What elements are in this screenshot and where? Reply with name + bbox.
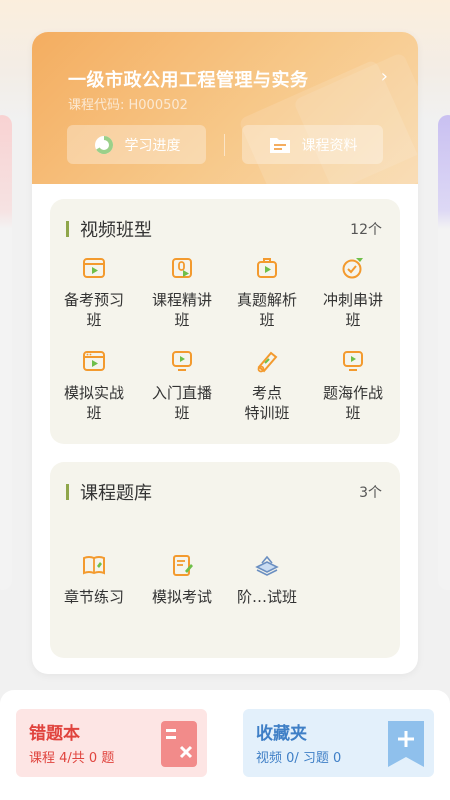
class-item-prep[interactable]: 备考预习 班: [53, 256, 135, 330]
class-item-label: 课程精讲: [151, 291, 212, 309]
class-item-label: 班: [174, 311, 190, 329]
bank-item-label: 章节练习: [63, 588, 124, 606]
class-item-label: 冲刺串讲: [322, 291, 383, 309]
briefcase-play-icon: [257, 258, 277, 278]
class-item-past-papers[interactable]: 真题解析 班: [226, 256, 308, 330]
class-item-label: 真题解析: [236, 291, 297, 309]
course-materials-label: 课程资料: [301, 137, 358, 154]
bookmark-plus-icon: [388, 721, 424, 767]
class-item-label: 班: [345, 404, 361, 422]
course-materials-button[interactable]: 课程资料: [242, 125, 383, 164]
class-item-label: 模拟实战: [63, 384, 124, 402]
study-progress-label: 学习进度: [124, 137, 181, 154]
browser-play-icon: [83, 351, 105, 371]
class-item-question-sea[interactable]: 题海作战 班: [312, 349, 394, 423]
study-progress-button[interactable]: 学习进度: [67, 125, 206, 164]
play-screen-icon: [83, 258, 105, 278]
course-title[interactable]: 一级市政公用工程管理与实务: [68, 66, 309, 92]
bank-item-chapter-practice[interactable]: 章节练习: [53, 553, 135, 607]
favorites-title: 收藏夹: [256, 724, 307, 744]
course-header[interactable]: 一级市政公用工程管理与实务 › 课程代码: H000502 学习进度 课程资料: [32, 32, 418, 184]
scroll-icon: [257, 351, 278, 373]
favorites-subtitle: 视频 0/ 习题 0: [256, 751, 342, 766]
progress-ring-icon: [94, 135, 113, 154]
class-item-label: 班: [86, 404, 102, 422]
class-item-label: 考点: [251, 384, 282, 402]
favorites-card[interactable]: 收藏夹 视频 0/ 习题 0: [243, 709, 434, 777]
class-item-label: 入门直播: [151, 384, 212, 402]
sprint-target-icon: [342, 258, 363, 279]
class-item-label: 特训班: [244, 404, 290, 422]
class-item-label: 班: [259, 311, 275, 329]
bank-item-stage-test[interactable]: 阶…试班: [226, 553, 308, 607]
question-bank-section: 课程题库 3个 章节练习 模拟考试 阶…试班: [50, 462, 400, 658]
bank-item-mock-exam[interactable]: 模拟考试: [141, 553, 223, 607]
video-class-section: 视频班型 12个 备考预习 班 课程精讲 班 真题解析 班 冲刺串讲 班 模拟实…: [50, 199, 400, 444]
class-item-key-points[interactable]: 考点 特训班: [226, 349, 308, 423]
course-card: 一级市政公用工程管理与实务 › 课程代码: H000502 学习进度 课程资料 …: [32, 32, 418, 674]
previous-course-card[interactable]: [0, 115, 12, 590]
class-item-live-intro[interactable]: 入门直播 班: [141, 349, 223, 423]
section-count[interactable]: 3个: [359, 482, 382, 502]
course-code: 课程代码: H000502: [68, 98, 188, 113]
monitor-play-icon: [172, 351, 192, 371]
header-divider: [224, 134, 225, 156]
bank-item-label: 模拟考试: [151, 588, 212, 606]
class-item-mock-combat[interactable]: 模拟实战 班: [53, 349, 135, 423]
section-count[interactable]: 12个: [350, 219, 382, 239]
class-item-sprint[interactable]: 冲刺串讲 班: [312, 256, 394, 330]
bank-item-label: 阶…试班: [236, 588, 297, 606]
folder-icon: [269, 137, 290, 153]
section-accent-bar: [66, 221, 69, 237]
section-accent-bar: [66, 484, 69, 500]
microphone-play-icon: [172, 258, 192, 278]
class-item-label: 班: [345, 311, 361, 329]
class-item-label: 备考预习: [63, 291, 124, 309]
next-course-card[interactable]: [438, 115, 450, 590]
class-item-label: 题海作战: [322, 384, 383, 402]
chevron-right-icon[interactable]: ›: [381, 66, 388, 87]
class-item-label: 班: [86, 311, 102, 329]
wrong-book-icon: [161, 721, 197, 767]
section-title: 视频班型: [80, 220, 152, 241]
section-title: 课程题库: [80, 483, 152, 504]
wrong-questions-title: 错题本: [29, 724, 80, 744]
wrong-questions-subtitle: 课程 4/共 0 题: [29, 751, 115, 766]
open-book-icon: [83, 556, 105, 575]
tv-play-icon: [343, 351, 363, 371]
exam-paper-icon: [173, 555, 193, 576]
class-item-intensive[interactable]: 课程精讲 班: [141, 256, 223, 330]
class-item-label: 班: [174, 404, 190, 422]
book-stack-icon: [255, 555, 279, 576]
wrong-questions-card[interactable]: 错题本 课程 4/共 0 题: [16, 709, 207, 777]
